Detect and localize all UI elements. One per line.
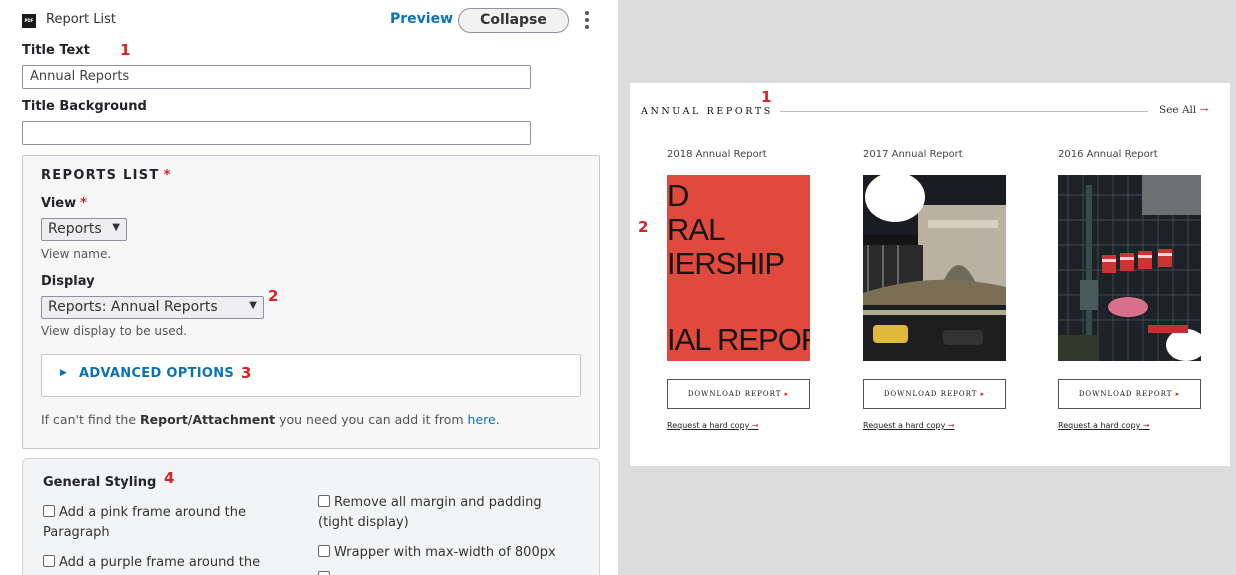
request-hard-copy-link[interactable]: Request a hard copy → xyxy=(863,421,955,430)
annotation-marker: 1 xyxy=(120,41,131,59)
title-text-input[interactable]: Annual Reports xyxy=(22,65,531,89)
reports-list-fieldset: REPORTS LIST * View * Reports ▼ View name. … xyxy=(22,155,600,449)
title-background-label: Title Background xyxy=(22,99,147,114)
view-description: View name. xyxy=(41,247,112,261)
section-title: ANNUAL REPORTS xyxy=(641,106,773,117)
download-report-button[interactable]: DOWNLOAD REPORT ▸ xyxy=(863,379,1006,409)
display-label: Display xyxy=(41,274,95,289)
tight-display-option[interactable]: Remove all margin and padding (tight dis… xyxy=(318,493,578,533)
see-all-link[interactable]: See All → xyxy=(1159,104,1208,116)
pink-frame-option[interactable]: Add a pink frame around the Paragraph xyxy=(43,503,273,543)
display-select[interactable]: Reports: Annual Reports ▼ xyxy=(41,296,264,319)
title-text-label: Title Text xyxy=(22,43,90,58)
general-styling-title: General Styling xyxy=(43,475,157,490)
checkbox[interactable] xyxy=(43,555,55,567)
request-hard-copy-link[interactable]: Request a hard copy → xyxy=(1058,421,1150,430)
help-note: If can't find the Report/Attachment you … xyxy=(41,412,500,427)
advanced-options-summary[interactable]: ADVANCED OPTIONS xyxy=(79,366,234,381)
report-name: 2016 Annual Report xyxy=(1058,149,1158,160)
annotation-marker: 3 xyxy=(241,364,252,382)
expand-triangle-icon: ▶ xyxy=(60,368,67,378)
annotation-marker: 2 xyxy=(638,218,649,236)
report-cover-image[interactable] xyxy=(1058,175,1201,361)
annotation-marker: 4 xyxy=(164,469,175,487)
display-description: View display to be used. xyxy=(41,324,188,338)
pdf-icon: PDF xyxy=(22,14,36,28)
divider-line xyxy=(780,111,1148,112)
paragraph-type-title: Report List xyxy=(46,12,116,27)
checkbox[interactable] xyxy=(43,505,55,517)
annual-reports-preview: ANNUAL REPORTS 1 See All → 2 2018 Annual… xyxy=(630,83,1230,466)
request-hard-copy-link[interactable]: Request a hard copy → xyxy=(667,421,759,430)
paragraph-editor-panel: PDF Report List Preview Collapse Title T… xyxy=(0,0,618,575)
report-name: 2017 Annual Report xyxy=(863,149,963,160)
paragraph-header: PDF Report List Preview Collapse xyxy=(22,8,602,33)
advanced-options-details[interactable]: ▶ ADVANCED OPTIONS 3 xyxy=(41,354,581,397)
max-width-option[interactable]: Wrapper with max-width of 800px xyxy=(318,543,578,563)
checkbox[interactable] xyxy=(318,545,330,557)
chevron-down-icon: ▼ xyxy=(249,300,257,311)
reports-list-legend: REPORTS LIST * xyxy=(41,168,172,183)
preview-link[interactable]: Preview xyxy=(390,11,453,27)
title-background-input[interactable] xyxy=(22,121,531,145)
add-report-link[interactable]: here xyxy=(468,412,496,427)
arrow-right-icon: → xyxy=(1199,104,1209,116)
view-select[interactable]: Reports ▼ xyxy=(41,218,127,241)
download-report-button[interactable]: DOWNLOAD REPORT ▸ xyxy=(1058,379,1201,409)
checkbox-partial[interactable] xyxy=(318,569,334,575)
more-actions-icon[interactable] xyxy=(582,10,592,32)
view-label: View * xyxy=(41,196,87,211)
report-cover-image[interactable] xyxy=(863,175,1006,361)
report-cover-image[interactable]: D RAL IERSHIP IAL REPOR xyxy=(667,175,810,361)
download-report-button[interactable]: DOWNLOAD REPORT ▸ xyxy=(667,379,810,409)
checkbox[interactable] xyxy=(318,495,330,507)
purple-frame-option[interactable]: Add a purple frame around the xyxy=(43,553,283,573)
chevron-down-icon: ▼ xyxy=(112,222,120,233)
report-name: 2018 Annual Report xyxy=(667,149,767,160)
collapse-button[interactable]: Collapse xyxy=(458,8,569,33)
annotation-marker: 1 xyxy=(761,88,772,106)
general-styling-section: General Styling 4 Add a pink frame aroun… xyxy=(22,458,600,575)
annotation-marker: 2 xyxy=(268,287,279,305)
root: PDF Report List Preview Collapse Title T… xyxy=(0,0,1236,575)
